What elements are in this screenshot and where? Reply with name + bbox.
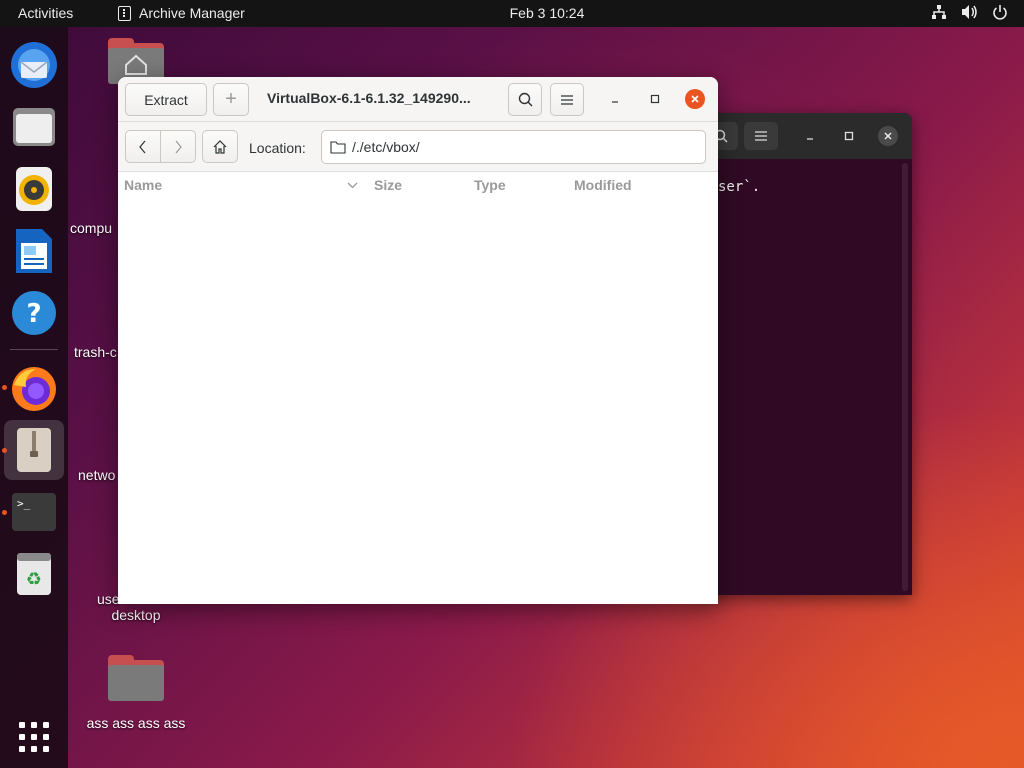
- back-button[interactable]: [125, 130, 161, 163]
- libreoffice-writer-icon: [16, 229, 52, 273]
- archive-manager-icon: [17, 428, 51, 472]
- volume-icon[interactable]: [961, 4, 978, 20]
- dock: ? >_ ♻: [0, 27, 68, 768]
- firefox-icon: [12, 367, 56, 411]
- location-field[interactable]: /./etc/vbox/: [321, 130, 706, 164]
- rhythmbox-icon: [16, 167, 52, 211]
- maximize-button[interactable]: [645, 89, 665, 109]
- file-list[interactable]: [118, 197, 718, 604]
- svg-text:♻: ♻: [26, 569, 42, 590]
- chevron-left-icon: [139, 140, 146, 153]
- dock-rhythmbox[interactable]: [4, 159, 64, 219]
- location-value: /./etc/vbox/: [352, 139, 420, 155]
- home-button[interactable]: [202, 130, 238, 163]
- terminal-headerbar: [700, 113, 912, 159]
- chevron-down-icon[interactable]: [347, 182, 358, 189]
- desktop-icon-label: netwo: [78, 467, 116, 483]
- maximize-icon: [650, 94, 660, 104]
- dock-show-applications[interactable]: [4, 707, 64, 767]
- thunderbird-icon: [11, 42, 57, 88]
- menu-button[interactable]: [550, 83, 584, 116]
- desktop-icon-label: trash-c: [74, 344, 117, 360]
- forward-button[interactable]: [160, 130, 196, 163]
- desktop-icon-label: desktop: [111, 607, 161, 623]
- terminal-minimize-button[interactable]: [800, 126, 820, 146]
- show-applications-icon: [19, 722, 49, 752]
- hamburger-menu-icon: [561, 94, 573, 105]
- terminal-close-button[interactable]: [878, 126, 898, 146]
- add-files-button[interactable]: +: [213, 83, 249, 116]
- extract-button[interactable]: Extract: [125, 83, 207, 116]
- location-label: Location:: [249, 140, 306, 156]
- power-icon[interactable]: [992, 4, 1008, 20]
- svg-text:>_: >_: [17, 497, 31, 510]
- dock-terminal[interactable]: >_: [4, 482, 64, 542]
- column-size[interactable]: Size: [374, 177, 402, 193]
- window-title: VirtualBox-6.1-6.1.32_149290...: [267, 90, 471, 106]
- terminal-icon: >_: [12, 493, 56, 531]
- running-indicator: [2, 510, 7, 515]
- minimize-icon: [612, 101, 618, 103]
- window-headerbar: Extract + VirtualBox-6.1-6.1.32_149290..…: [118, 77, 718, 122]
- hamburger-menu-icon: [755, 131, 767, 141]
- folder-icon: [330, 141, 346, 154]
- terminal-output: ser`.: [718, 179, 761, 195]
- folder-icon: [108, 655, 164, 701]
- dock-archive-manager[interactable]: [4, 420, 64, 480]
- archive-manager-window[interactable]: Extract + VirtualBox-6.1-6.1.32_149290..…: [118, 77, 718, 604]
- terminal-scrollbar[interactable]: [902, 163, 908, 591]
- dock-trash[interactable]: ♻: [4, 544, 64, 604]
- minimize-icon: [807, 138, 813, 140]
- location-bar: Location: /./etc/vbox/: [118, 122, 718, 172]
- desktop-icon-label: compu: [70, 220, 113, 236]
- maximize-icon: [844, 131, 854, 141]
- terminal-maximize-button[interactable]: [839, 126, 859, 146]
- help-icon: ?: [12, 291, 56, 335]
- column-type[interactable]: Type: [474, 177, 506, 193]
- dock-help[interactable]: ?: [4, 283, 64, 343]
- column-name[interactable]: Name: [124, 177, 162, 193]
- desktop-icon-label: ass ass ass ass: [86, 715, 186, 731]
- search-icon: [518, 92, 532, 107]
- dock-thunderbird[interactable]: [4, 35, 64, 95]
- network-icon[interactable]: [931, 4, 947, 20]
- close-button[interactable]: [685, 89, 705, 109]
- column-modified[interactable]: Modified: [574, 177, 632, 193]
- file-list-header: Name Size Type Modified: [118, 173, 718, 197]
- clock[interactable]: Feb 3 10:24: [0, 5, 1024, 21]
- svg-text:?: ?: [26, 299, 41, 329]
- terminal-window[interactable]: ser`.: [700, 113, 912, 595]
- chevron-right-icon: [175, 140, 182, 153]
- files-icon: [13, 108, 55, 146]
- dock-writer[interactable]: [4, 221, 64, 281]
- system-tray[interactable]: [931, 4, 1008, 20]
- terminal-menu-button[interactable]: [744, 122, 778, 150]
- close-icon: [884, 132, 892, 140]
- top-bar: Activities Archive Manager Feb 3 10:24: [0, 0, 1024, 27]
- close-icon: [691, 95, 699, 103]
- dock-separator: [10, 349, 58, 350]
- home-icon: [213, 139, 227, 154]
- trash-icon: ♻: [17, 553, 51, 595]
- search-button[interactable]: [508, 83, 542, 116]
- minimize-button[interactable]: [605, 89, 625, 109]
- desktop-icon-folder[interactable]: ass ass ass ass: [80, 655, 192, 731]
- dock-files[interactable]: [4, 97, 64, 157]
- dock-firefox[interactable]: [4, 359, 64, 419]
- running-indicator: [2, 448, 7, 453]
